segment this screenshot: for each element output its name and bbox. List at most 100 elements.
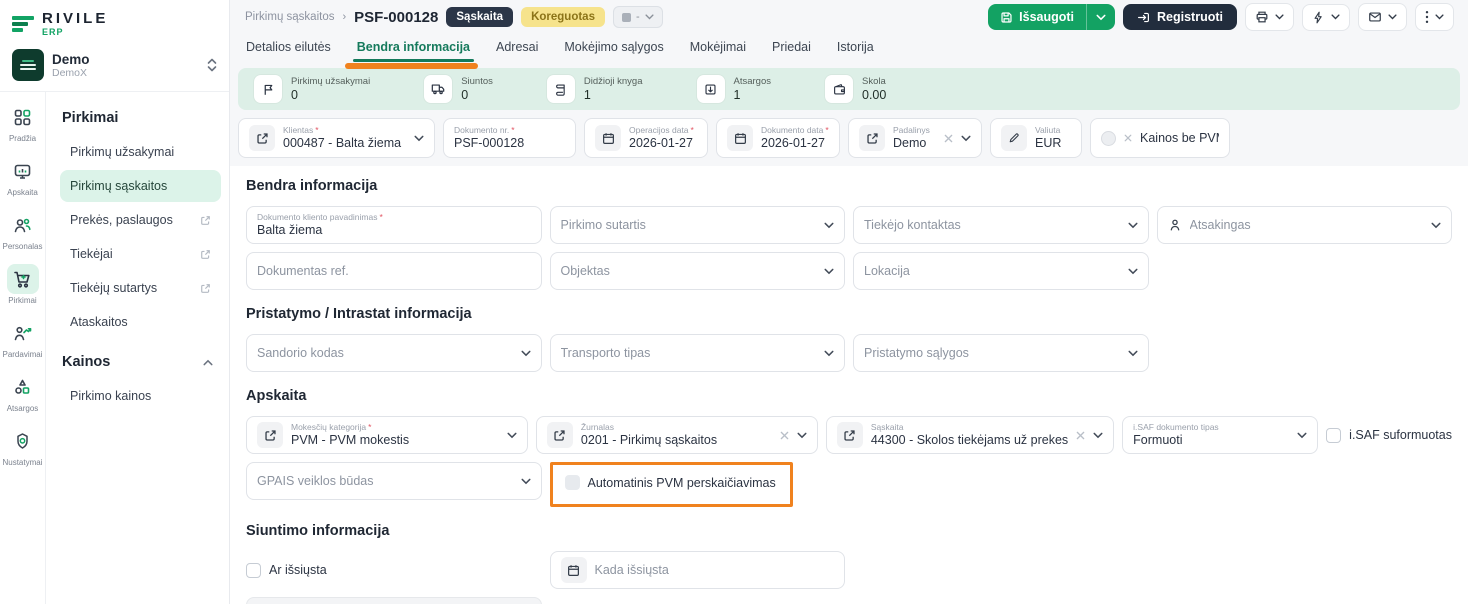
dokumentas-ref-input[interactable]: Dokumentas ref. <box>246 252 542 290</box>
kainos-be-pvm-toggle[interactable]: Kainos be PVM <box>1090 118 1230 158</box>
mokesciu-kategorija-field[interactable]: Mokesčių kategorija * PVM - PVM mokestis <box>246 416 528 454</box>
external-link-icon[interactable] <box>836 422 863 448</box>
sidebar-item-pirkimu-uzsakymai[interactable]: Pirkimų užsakymai <box>60 136 221 168</box>
chevron-down-icon[interactable] <box>824 350 834 357</box>
toggle-off-icon[interactable] <box>1101 130 1116 146</box>
operacijos-data-field[interactable]: Operacijos data * 2026-01-27 <box>584 118 708 158</box>
chevron-down-icon[interactable] <box>797 432 807 439</box>
isaf-suformuotas-checkbox[interactable]: i.SAF suformuotas <box>1326 427 1452 443</box>
transporto-tipas-select[interactable]: Transporto tipas <box>549 334 845 372</box>
automatinis-pvm-checkbox[interactable]: Automatinis PVM perskaičiavimas <box>564 475 776 490</box>
sidebar-item-ataskaitos[interactable]: Ataskaitos <box>60 306 221 338</box>
flag-dropdown[interactable]: - <box>612 6 663 28</box>
ar-issiusta-checkbox[interactable]: Ar išsiųsta <box>246 562 542 578</box>
select-placeholder: GPAIS veiklos būdas <box>257 474 374 488</box>
tab-detalios-eilutes[interactable]: Detalios eilutės <box>246 40 331 62</box>
register-button[interactable]: Registruoti <box>1123 4 1237 30</box>
chevron-down-icon[interactable] <box>1297 432 1307 439</box>
clear-icon[interactable] <box>1076 431 1085 440</box>
sidebar-item-pirkimo-kainos[interactable]: Pirkimo kainos <box>60 380 221 412</box>
chevron-down-icon[interactable] <box>507 432 517 439</box>
save-button[interactable]: Išsaugoti <box>988 4 1086 30</box>
pencil-icon[interactable] <box>1001 125 1027 151</box>
pristatymo-salygos-select[interactable]: Pristatymo sąlygos <box>853 334 1149 372</box>
rail-item-apskaita[interactable]: Apskaita <box>1 156 45 197</box>
menu-section-kainos[interactable]: Kainos <box>60 350 221 380</box>
stat-skola[interactable]: Skola 0.00 <box>825 75 886 103</box>
rail-item-pradzia[interactable]: Pradžia <box>1 102 45 143</box>
tiekejo-kontaktas-select[interactable]: Tiekėjo kontaktas <box>853 206 1149 244</box>
klientas-field[interactable]: Klientas * 000487 - Balta žiema <box>238 118 435 158</box>
dokumento-data-field[interactable]: Dokumento data * 2026-01-27 <box>716 118 840 158</box>
stat-siuntos[interactable]: Siuntos 0 <box>424 75 493 103</box>
chevron-down-icon[interactable] <box>961 135 971 142</box>
tab-adresai[interactable]: Adresai <box>496 40 538 62</box>
isaf-dokumento-tipas-select[interactable]: i.SAF dokumento tipas Formuoti <box>1122 416 1319 454</box>
chevron-down-icon[interactable] <box>521 478 531 485</box>
external-link-icon[interactable] <box>249 125 275 151</box>
external-link-icon[interactable] <box>546 422 573 448</box>
chevron-down-icon[interactable] <box>1128 222 1138 229</box>
rail-item-pirkimai[interactable]: Pirkimai <box>1 264 45 305</box>
gpais-veiklos-budas-select[interactable]: GPAIS veiklos būdas <box>246 462 542 500</box>
external-link-icon[interactable] <box>257 422 283 448</box>
company-switcher[interactable]: Demo DemoX <box>0 41 229 92</box>
dokumento-nr-field[interactable]: Dokumento nr. * PSF-000128 <box>443 118 576 158</box>
dokumento-kliento-pavadinimas-field[interactable]: Dokumento kliento pavadinimas * Balta žie… <box>246 206 542 244</box>
chevron-updown-icon[interactable] <box>207 58 217 72</box>
clear-icon[interactable] <box>944 134 953 143</box>
chevron-down-icon[interactable] <box>824 222 834 229</box>
sidebar-item-pirkimu-saskaitos[interactable]: Pirkimų sąskaitos <box>60 170 221 202</box>
ledger-icon <box>546 75 575 103</box>
external-link-icon[interactable] <box>859 125 885 151</box>
valiuta-field[interactable]: Valiuta EUR <box>990 118 1082 158</box>
objektas-select[interactable]: Objektas <box>549 252 845 290</box>
print-dropdown-button[interactable] <box>1245 3 1294 31</box>
tab-mokejimo-salygos[interactable]: Mokėjimo sąlygos <box>564 40 663 62</box>
zurnalas-field[interactable]: Žurnalas 0201 - Pirkimų sąskaitos <box>535 416 818 454</box>
save-dropdown-toggle[interactable] <box>1086 4 1115 30</box>
atsakingas-select[interactable]: Atsakingas <box>1156 206 1452 244</box>
rail-item-pardavimai[interactable]: Pardavimai <box>1 318 45 359</box>
clear-icon[interactable] <box>780 431 789 440</box>
save-split-button[interactable]: Išsaugoti <box>988 4 1116 30</box>
actions-dropdown-button[interactable] <box>1302 3 1350 31</box>
sidebar-item-tiekejai[interactable]: Tiekėjai <box>60 238 221 270</box>
calendar-icon[interactable] <box>727 125 753 151</box>
tab-bendra-informacija[interactable]: Bendra informacija <box>344 40 478 69</box>
sidebar-item-prekes-paslaugos[interactable]: Prekės, paslaugos <box>60 204 221 236</box>
tab-istorija[interactable]: Istorija <box>837 40 874 62</box>
rail-item-nustatymai[interactable]: Nustatymai <box>1 426 45 467</box>
chevron-down-icon[interactable] <box>414 135 424 142</box>
chevron-down-icon[interactable] <box>1128 350 1138 357</box>
email-dropdown-button[interactable] <box>1358 3 1407 31</box>
breadcrumb-parent[interactable]: Pirkimų sąskaitos <box>245 11 334 23</box>
field-label: Operacijos data * <box>629 125 694 135</box>
calendar-icon[interactable] <box>595 125 621 151</box>
sandorio-kodas-select[interactable]: Sandorio kodas <box>246 334 542 372</box>
chevron-down-icon[interactable] <box>521 350 531 357</box>
select-placeholder: Pristatymo sąlygos <box>864 346 969 360</box>
chevron-down-icon[interactable] <box>824 268 834 275</box>
rail-item-personalas[interactable]: Personalas <box>1 210 45 251</box>
select-placeholder: Tiekėjo kontaktas <box>864 218 961 232</box>
chevron-down-icon[interactable] <box>1093 432 1103 439</box>
calendar-icon[interactable] <box>560 557 587 583</box>
sidebar-item-tiekeju-sutartys[interactable]: Tiekėjų sutartys <box>60 272 221 304</box>
tab-label: Mokėjimai <box>689 40 746 54</box>
stat-didzioji-knyga[interactable]: Didžioji knyga 1 <box>546 75 643 103</box>
stat-pirkimu-uzsakymai[interactable]: Pirkimų užsakymai 0 <box>254 75 370 103</box>
tab-mokejimai[interactable]: Mokėjimai <box>690 40 746 62</box>
padalinys-field[interactable]: Padalinys Demo <box>848 118 982 158</box>
lokacija-select[interactable]: Lokacija <box>853 252 1149 290</box>
more-dropdown-button[interactable] <box>1415 3 1454 31</box>
tab-priedai[interactable]: Priedai <box>772 40 811 62</box>
rail-item-atsargos[interactable]: Atsargos <box>1 372 45 413</box>
chevron-down-icon[interactable] <box>1128 268 1138 275</box>
stat-atsargos[interactable]: Atsargos 1 <box>696 75 771 103</box>
chevron-down-icon[interactable] <box>1431 222 1441 229</box>
kada-issiusta-field[interactable]: Kada išsiųsta <box>549 551 845 589</box>
pirkimo-sutartis-select[interactable]: Pirkimo sutartis <box>549 206 845 244</box>
field-label: Mokesčių kategorija * <box>291 422 372 432</box>
saskaita-field[interactable]: Sąskaita 44300 - Skolos tiekėjams už pre… <box>825 416 1115 454</box>
